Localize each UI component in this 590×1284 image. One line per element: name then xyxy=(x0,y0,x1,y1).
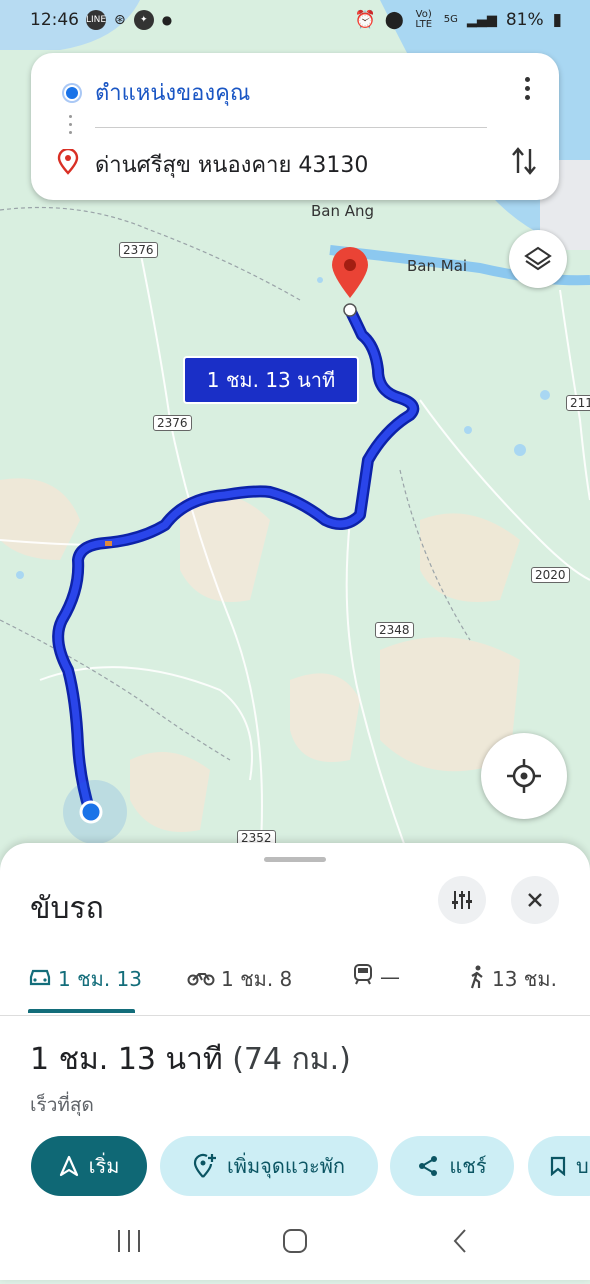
sheet-drag-handle[interactable] xyxy=(264,857,326,862)
motorcycle-icon xyxy=(187,967,215,991)
origin-dot xyxy=(79,800,103,824)
destination-pin xyxy=(332,247,368,298)
road-shield: 2348 xyxy=(375,622,414,638)
system-nav-bar xyxy=(0,1208,590,1280)
save-button[interactable]: บ xyxy=(528,1136,590,1196)
directions-card: ตำแหน่งของคุณ ด่านศรีสุข หนองคาย 43130 xyxy=(31,53,559,200)
road-shield: 2376 xyxy=(119,242,158,258)
navigation-arrow-icon xyxy=(59,1155,78,1177)
bookmark-icon xyxy=(550,1156,566,1176)
layers-button[interactable] xyxy=(509,230,567,288)
sheet-title: ขับรถ xyxy=(30,891,104,926)
swap-icon[interactable] xyxy=(511,145,537,177)
status-time: 12:46 xyxy=(30,10,79,30)
share-icon xyxy=(419,1156,438,1176)
more-options-icon[interactable] xyxy=(525,77,531,104)
crosshair-icon xyxy=(507,759,541,793)
signal-icon: ▂▄▆ xyxy=(466,12,497,28)
connector-dots-icon xyxy=(69,115,72,139)
more-notifications-icon: ● xyxy=(161,13,173,27)
origin-field[interactable]: ตำแหน่งของคุณ xyxy=(95,75,250,110)
close-button[interactable] xyxy=(511,876,559,924)
share-button[interactable]: แชร์ xyxy=(390,1136,514,1196)
route-options-button[interactable] xyxy=(438,876,486,924)
my-location-button[interactable] xyxy=(481,733,567,819)
road-shield: 211 xyxy=(566,395,590,411)
save-label: บ xyxy=(576,1154,589,1178)
add-stop-button[interactable]: เพิ่มจุดแวะพัก xyxy=(160,1136,378,1196)
walk-icon xyxy=(468,965,486,994)
tab-transit-label: — xyxy=(380,964,400,989)
road-shield: 2020 xyxy=(531,567,570,583)
tab-walk-label: 13 ชม. xyxy=(492,967,557,991)
tabs-divider xyxy=(0,1015,590,1016)
tab-transit[interactable]: — xyxy=(352,963,400,990)
network-type: 5G xyxy=(443,14,458,25)
route-duration-label[interactable]: 1 ชม. 13 นาที xyxy=(183,356,359,404)
share-label: แชร์ xyxy=(449,1154,487,1178)
tab-drive[interactable]: 1 ชม. 13 xyxy=(28,963,142,995)
tab-motorcycle-label: 1 ชม. 8 xyxy=(221,967,293,991)
battery-percent: 81% xyxy=(505,10,544,30)
tab-walk[interactable]: 13 ชม. xyxy=(468,963,557,995)
volte-icon: Vo) LTE xyxy=(415,9,433,30)
close-icon xyxy=(528,893,542,907)
place-label: Ban Mai xyxy=(407,257,468,275)
tab-drive-label: 1 ชม. 13 xyxy=(58,967,143,991)
layers-icon xyxy=(524,246,552,271)
route-summary: 1 ชม. 13 นาที (74 กม.) xyxy=(30,1036,351,1083)
start-button[interactable]: เริ่ม xyxy=(31,1136,147,1196)
start-button-label: เริ่ม xyxy=(88,1154,120,1178)
destination-field[interactable]: ด่านศรีสุข หนองคาย 43130 xyxy=(95,147,368,182)
travel-mode-tabs: 1 ชม. 13 1 ชม. 8 — 13 ชม. xyxy=(0,955,590,1015)
back-icon xyxy=(453,1229,466,1253)
recent-apps-icon xyxy=(118,1230,140,1252)
status-bar: 12:46 LINE ⊛ ✦ ● ⏰ ⬤ Vo) LTE 5G ▂▄▆ 81% … xyxy=(0,0,590,44)
origin-icon xyxy=(64,85,80,101)
add-stop-label: เพิ่มจุดแวะพัก xyxy=(226,1154,346,1178)
road-shield: 2376 xyxy=(153,415,192,431)
home-icon xyxy=(283,1229,307,1253)
messenger-icon: ✦ xyxy=(133,10,154,30)
notification-icon: ⊛ xyxy=(114,12,126,28)
car-icon xyxy=(28,967,52,992)
active-tab-indicator xyxy=(28,1009,135,1013)
add-location-icon xyxy=(193,1153,216,1178)
route-duration: 1 ชม. 13 นาที xyxy=(30,1042,223,1077)
alarm-icon: ⏰ xyxy=(354,10,376,30)
sliders-icon xyxy=(452,891,472,909)
location-icon: ⬤ xyxy=(384,10,404,30)
place-label: Ban Ang xyxy=(311,202,375,220)
route-distance: (74 กม.) xyxy=(232,1042,351,1077)
battery-icon: ▮ xyxy=(552,10,562,30)
line-app-icon: LINE xyxy=(86,10,106,30)
destination-pin-icon xyxy=(57,149,79,175)
route-subtitle: เร็วที่สุด xyxy=(30,1094,94,1116)
tab-motorcycle[interactable]: 1 ชม. 8 xyxy=(187,963,292,995)
field-divider xyxy=(95,127,487,128)
train-icon xyxy=(352,963,374,990)
